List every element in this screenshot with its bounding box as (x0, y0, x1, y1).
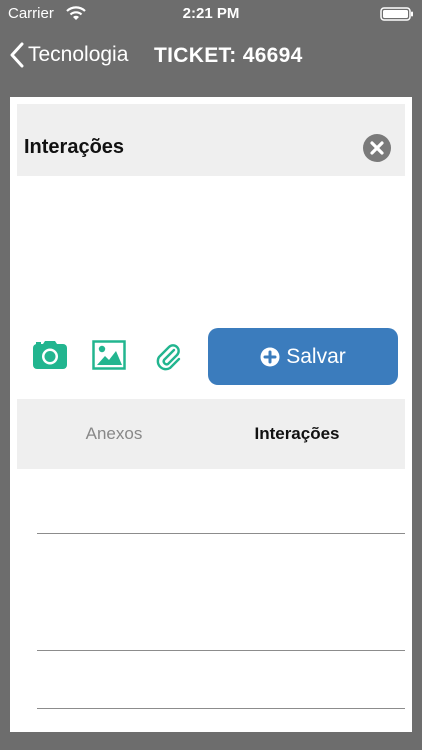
save-button-label: Salvar (286, 344, 346, 368)
battery-icon (380, 7, 413, 21)
panel-title: Interações (24, 136, 125, 158)
tab-interacoes[interactable]: Interações (200, 399, 394, 469)
save-button[interactable]: Salvar (208, 328, 398, 385)
panel-header: Interações (17, 104, 405, 176)
list-row-divider (37, 650, 405, 651)
tab-bar: Anexos Interações (17, 399, 405, 469)
paperclip-icon[interactable] (154, 341, 182, 371)
tab-anexos[interactable]: Anexos (17, 399, 211, 469)
camera-icon[interactable] (32, 340, 68, 370)
list-row-divider (37, 533, 405, 534)
interactions-panel: Interações Salvar Anexos Interações (10, 97, 412, 732)
close-icon[interactable] (362, 133, 392, 163)
status-time: 2:21 PM (182, 5, 240, 22)
back-button-label: Tecnologia (28, 43, 129, 66)
navigation-bar: Tecnologia TICKET: 46694 (0, 28, 422, 84)
message-input[interactable] (17, 179, 405, 319)
page-title: TICKET: 46694 (154, 44, 303, 67)
list-row-divider (37, 708, 405, 709)
chevron-left-icon (10, 42, 24, 68)
plus-circle-icon (260, 347, 280, 366)
image-icon[interactable] (92, 340, 126, 370)
back-button[interactable]: Tecnologia (10, 40, 128, 70)
status-bar: Carrier 2:21 PM (0, 0, 422, 28)
